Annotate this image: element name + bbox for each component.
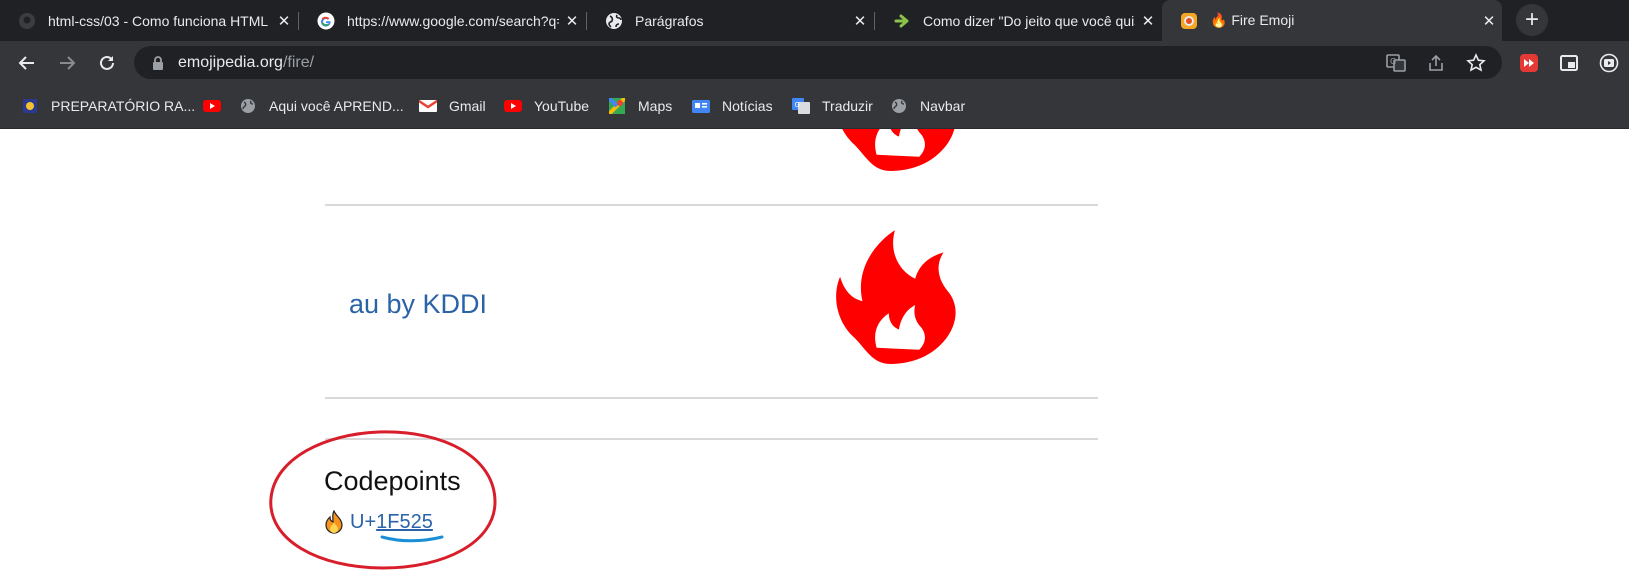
url-path: /fire/ — [282, 53, 315, 71]
annotation-underline — [380, 535, 444, 543]
annotation-ellipse — [269, 430, 497, 570]
tab-title: html-css/03 - Como funciona HTML — [48, 12, 269, 29]
google-icon — [317, 12, 335, 30]
bookmark-gmail[interactable]: Gmail — [419, 95, 486, 117]
bookmark-label: Aqui você APREND... — [269, 98, 404, 114]
extension-media-icon[interactable] — [1596, 50, 1622, 76]
vendor-link-au-by-kddi[interactable]: au by KDDI — [349, 289, 487, 320]
tab-title: https://www.google.com/search?q= — [347, 12, 559, 29]
fire-emoji-image — [842, 129, 955, 171]
tab-strip: html-css/03 - Como funciona HTML ✕ https… — [0, 0, 1629, 41]
bookmark-aqui-voce-aprende[interactable]: Aqui você APREND... — [239, 95, 404, 117]
prep-icon — [21, 98, 39, 114]
bookmark-youtube-icon-only[interactable] — [203, 95, 233, 117]
tab-google-search[interactable]: https://www.google.com/search?q= ✕ — [299, 0, 585, 41]
new-tab-button[interactable]: + — [1516, 4, 1548, 36]
close-icon[interactable]: ✕ — [1135, 12, 1161, 30]
url-host: emojipedia.org — [178, 53, 283, 71]
bookmark-navbar[interactable]: Navbar — [890, 95, 965, 117]
maps-icon — [608, 98, 626, 114]
extension-window-icon[interactable] — [1556, 50, 1582, 76]
gmail-icon — [419, 98, 437, 114]
back-button[interactable] — [12, 48, 42, 78]
globe-icon — [890, 98, 908, 114]
fire-emoji-image — [836, 230, 956, 364]
browser-toolbar: emojipedia.org/fire/ G — [0, 41, 1629, 84]
close-icon[interactable]: ✕ — [559, 12, 585, 30]
tab-title: Parágrafos — [635, 12, 704, 29]
extension-skip-icon[interactable] — [1516, 50, 1542, 76]
bookmark-traduzir[interactable]: G Traduzir — [792, 95, 873, 117]
address-bar[interactable]: emojipedia.org/fire/ — [134, 46, 1502, 79]
bookmark-label: PREPARATÓRIO RA... — [51, 98, 196, 114]
bookmark-label: Maps — [638, 98, 673, 114]
close-icon[interactable]: ✕ — [847, 12, 873, 30]
bookmark-maps[interactable]: Maps — [608, 95, 672, 117]
close-icon[interactable]: ✕ — [1476, 12, 1502, 30]
divider — [325, 397, 1098, 399]
reload-icon — [100, 55, 114, 70]
globe-icon — [605, 12, 623, 30]
github-icon — [18, 12, 36, 30]
tab-fire-emoji[interactable]: 🔥 Fire Emoji ✕ — [1162, 0, 1502, 41]
bookmark-label: Navbar — [920, 98, 966, 114]
bookmark-label: YouTube — [534, 98, 590, 114]
arrow-right-icon — [60, 56, 76, 70]
divider — [325, 204, 1098, 206]
bookmark-preparatorio[interactable]: PREPARATÓRIO RA... — [21, 95, 195, 117]
youtube-icon — [203, 98, 221, 114]
tab-html-css[interactable]: html-css/03 - Como funciona HTML ✕ — [0, 0, 297, 41]
bookmark-label: Traduzir — [822, 98, 873, 114]
globe-icon — [239, 98, 257, 114]
svg-text:G: G — [795, 101, 800, 109]
tab-title: Como dizer "Do jeito que você quiser" — [923, 12, 1135, 29]
arrow-icon — [893, 12, 911, 30]
tab-como-dizer[interactable]: Como dizer "Do jeito que você quiser" ✕ — [875, 0, 1161, 41]
bookmark-star-icon[interactable] — [1463, 50, 1489, 76]
reload-button[interactable] — [92, 48, 122, 78]
bookmark-label: Gmail — [449, 98, 486, 114]
arrow-left-icon — [18, 56, 34, 70]
bookmarks-bar: PREPARATÓRIO RA... Aqui você APREND... G… — [0, 84, 1629, 129]
youtube-icon — [504, 98, 522, 114]
news-icon — [692, 98, 710, 114]
bookmark-label: Notícias — [722, 98, 773, 114]
bookmark-noticias[interactable]: Notícias — [692, 95, 773, 117]
forward-button[interactable] — [52, 48, 82, 78]
bookmark-youtube[interactable]: YouTube — [504, 95, 589, 117]
close-icon[interactable]: ✕ — [271, 12, 297, 30]
emojipedia-icon — [1180, 12, 1198, 30]
svg-text:G: G — [1390, 57, 1396, 66]
share-icon[interactable] — [1423, 50, 1449, 76]
translate-page-icon[interactable]: G — [1383, 50, 1409, 76]
tab-title: 🔥 Fire Emoji — [1210, 12, 1295, 28]
translate-icon: G — [792, 98, 810, 114]
page-content: au by KDDI Codepoints U+1F525 — [0, 129, 1629, 585]
tab-paragrafos[interactable]: Parágrafos ✕ — [587, 0, 873, 41]
lock-icon[interactable] — [152, 55, 164, 70]
